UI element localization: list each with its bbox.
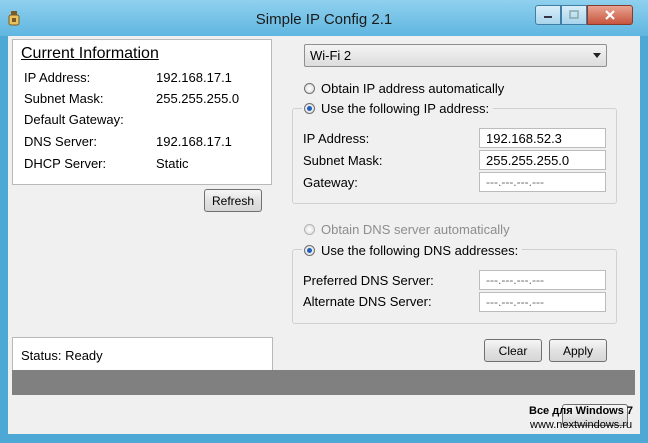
ip-address-label: IP Address: [303, 131, 370, 146]
info-value-ip: 192.168.17.1 [156, 70, 232, 85]
adapter-select[interactable]: Wi-Fi 2 [304, 44, 607, 67]
client-area: Current Information IP Address: 192.168.… [8, 36, 640, 434]
maximize-button[interactable] [561, 5, 587, 25]
ip-auto-radio[interactable]: Obtain IP address automatically [304, 81, 504, 96]
chevron-down-icon [593, 53, 601, 58]
info-value-dhcp: Static [156, 156, 189, 171]
info-value-dns: 192.168.17.1 [156, 134, 232, 149]
info-label-gateway: Default Gateway: [24, 112, 124, 127]
info-label-subnet: Subnet Mask: [24, 91, 104, 106]
clear-button[interactable]: Clear [484, 339, 542, 362]
radio-icon [304, 83, 315, 94]
refresh-button[interactable]: Refresh [204, 189, 262, 212]
status-bar [12, 370, 635, 395]
adapter-select-value: Wi-Fi 2 [310, 48, 352, 63]
preferred-dns-label: Preferred DNS Server: [303, 273, 434, 288]
minimize-button[interactable] [535, 5, 561, 25]
radio-checked-icon [304, 245, 315, 256]
gateway-input[interactable]: ---.---.---.--- [479, 172, 606, 192]
ip-address-input[interactable]: 192.168.52.3 [479, 128, 606, 148]
dns-manual-label: Use the following DNS addresses: [321, 243, 519, 258]
close-icon [605, 10, 615, 20]
ip-manual-radio[interactable]: Use the following IP address: [302, 101, 494, 116]
current-info-panel: Current Information IP Address: 192.168.… [12, 39, 272, 185]
watermark-line1: Все для Windows 7 [529, 405, 634, 417]
ip-manual-label: Use the following IP address: [321, 101, 490, 116]
subnet-mask-input[interactable]: 255.255.255.0 [479, 150, 606, 170]
title-bar[interactable]: Simple IP Config 2.1 [0, 0, 648, 36]
alternate-dns-label: Alternate DNS Server: [303, 294, 432, 309]
info-value-subnet: 255.255.255.0 [156, 91, 240, 106]
subnet-mask-label: Subnet Mask: [303, 153, 383, 168]
app-window: Simple IP Config 2.1 Current Information… [0, 0, 648, 443]
dns-auto-label: Obtain DNS server automatically [321, 222, 510, 237]
minimize-icon [544, 16, 552, 18]
radio-checked-icon [304, 103, 315, 114]
gateway-label: Gateway: [303, 175, 358, 190]
info-label-ip: IP Address: [24, 70, 91, 85]
dns-auto-radio[interactable]: Obtain DNS server automatically [304, 222, 510, 237]
status-panel: Status: Ready [12, 337, 273, 372]
apply-button[interactable]: Apply [549, 339, 607, 362]
preferred-dns-input[interactable]: ---.---.---.--- [479, 270, 606, 290]
close-button[interactable] [587, 5, 633, 25]
current-info-heading: Current Information [21, 45, 159, 62]
ip-auto-label: Obtain IP address automatically [321, 81, 505, 96]
info-label-dns: DNS Server: [24, 134, 97, 149]
alternate-dns-input[interactable]: ---.---.---.--- [479, 292, 606, 312]
info-label-dhcp: DHCP Server: [24, 156, 107, 171]
status-text: Status: Ready [21, 348, 103, 363]
radio-icon [304, 224, 315, 235]
watermark-line2: www.nextwindows.ru [530, 419, 633, 431]
maximize-icon [569, 10, 579, 19]
dns-manual-radio[interactable]: Use the following DNS addresses: [302, 243, 523, 258]
